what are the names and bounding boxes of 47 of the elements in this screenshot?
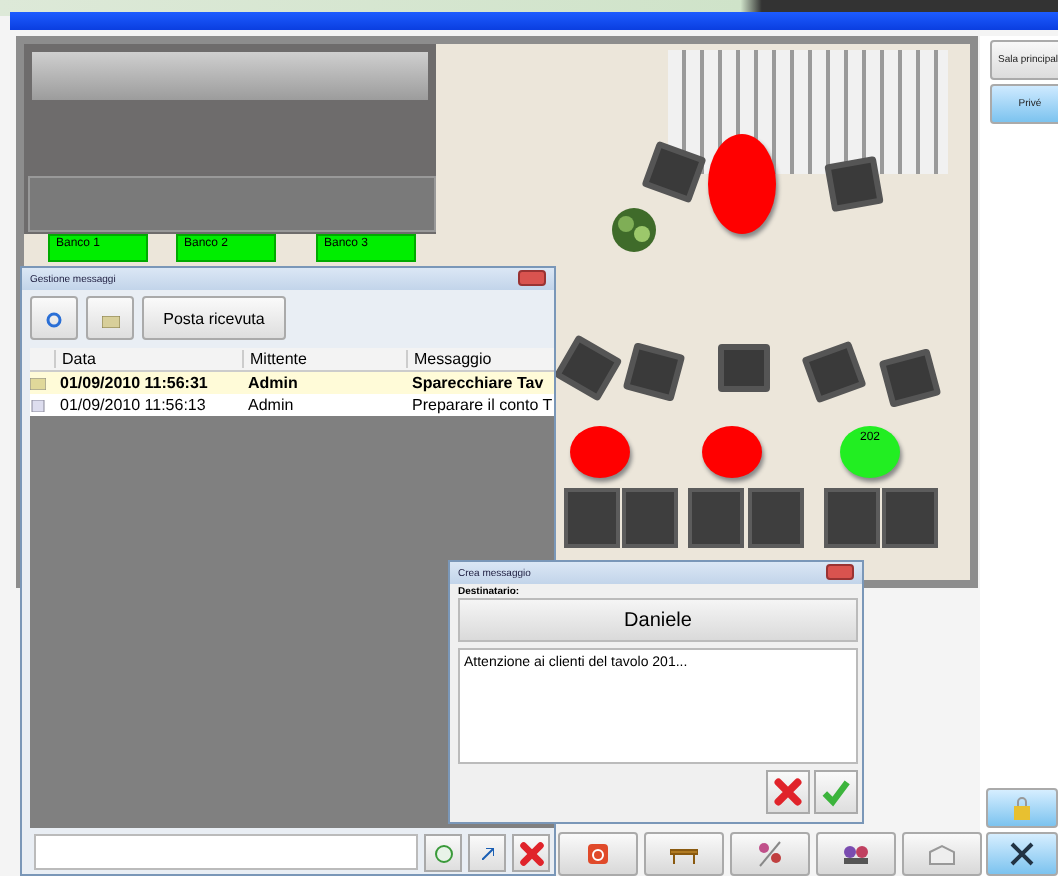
inbox-button[interactable]: Posta ricevuta xyxy=(142,296,286,340)
arrow-icon xyxy=(481,847,493,859)
message-cell-text: Preparare il conto T xyxy=(410,396,554,414)
column-header: Messaggio xyxy=(406,350,554,368)
open-button[interactable] xyxy=(468,834,506,872)
confirm-button[interactable] xyxy=(814,770,858,814)
close-button[interactable] xyxy=(826,564,854,580)
table-button[interactable] xyxy=(644,832,724,876)
document-icon xyxy=(30,399,46,411)
bench-seat xyxy=(564,488,620,548)
move-guests-button[interactable] xyxy=(730,832,810,876)
bench-seat xyxy=(622,488,678,548)
power-button[interactable] xyxy=(558,832,638,876)
table[interactable] xyxy=(702,426,762,478)
plant-icon xyxy=(608,204,660,256)
padlock-icon xyxy=(1010,796,1034,820)
message-row[interactable]: 01/09/2010 11:56:13 Admin Preparare il conto T xyxy=(30,394,554,416)
chair xyxy=(718,344,770,392)
settings-button[interactable] xyxy=(986,832,1058,876)
date-cell-text: 01/09/2010 11:56:13 xyxy=(58,396,208,414)
table[interactable] xyxy=(708,134,776,234)
sender-cell-text: Admin xyxy=(246,374,300,392)
sender-cell-text: Admin xyxy=(246,396,296,414)
date-cell-text: 01/09/2010 11:56:31 xyxy=(58,374,210,392)
recipient-button[interactable]: Daniele xyxy=(458,598,858,642)
message-row[interactable]: 01/09/2010 11:56:31 Admin Sparecchiare Tav xyxy=(30,372,554,394)
bench-seat xyxy=(748,488,804,548)
cancel-icon xyxy=(772,776,804,808)
delete-button[interactable] xyxy=(512,834,550,872)
cancel-icon xyxy=(517,839,545,867)
close-button[interactable] xyxy=(518,270,546,286)
recycle-button[interactable] xyxy=(424,834,462,872)
column-header: Data xyxy=(54,350,242,368)
table-icon xyxy=(670,845,698,863)
search-field[interactable] xyxy=(34,834,418,870)
new-message-button[interactable] xyxy=(86,296,134,340)
table[interactable] xyxy=(570,426,630,478)
message-cell-text: Sparecchiare Tav xyxy=(410,374,546,392)
bench-seat xyxy=(824,488,880,548)
checkmark-icon xyxy=(820,776,852,808)
bench-seat xyxy=(688,488,744,548)
cancel-button[interactable] xyxy=(766,770,810,814)
refresh-button[interactable] xyxy=(30,296,78,340)
power-icon xyxy=(588,844,608,864)
column-header: Mittente xyxy=(242,350,406,368)
guests-button[interactable] xyxy=(816,832,896,876)
bench-seat xyxy=(882,488,938,548)
